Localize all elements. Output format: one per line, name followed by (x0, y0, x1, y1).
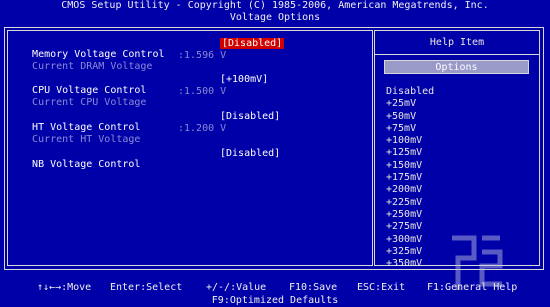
option-item[interactable]: +225mV (386, 197, 434, 209)
option-item[interactable]: +350mV (386, 258, 434, 270)
option-item[interactable]: Disabled (386, 86, 434, 98)
options-header: Options (384, 60, 529, 74)
value-hint: +/-/:Value (206, 282, 267, 293)
setting-label: Current DRAM Voltage (32, 61, 153, 72)
current-ht-voltage-row: Current HT Voltage (20, 123, 140, 145)
memory-voltage-control-value[interactable]: [Disabled] (220, 38, 285, 49)
option-item[interactable]: +50mV (386, 111, 434, 123)
option-item[interactable]: +150mV (386, 160, 434, 172)
option-item[interactable]: +25mV (386, 98, 434, 110)
current-dram-voltage-row: Current DRAM Voltage (20, 50, 152, 72)
option-item[interactable]: +100mV (386, 135, 434, 147)
option-item[interactable]: +175mV (386, 172, 434, 184)
current-ht-voltage-value: :1.200 V (178, 123, 227, 134)
page-title: Voltage Options (229, 12, 321, 23)
save-hint: F10:Save (289, 282, 338, 293)
select-hint: Enter:Select (110, 282, 183, 293)
setting-label: Current CPU Voltage (32, 97, 147, 108)
current-dram-voltage-value: :1.596 V (178, 50, 227, 61)
option-item[interactable]: +250mV (386, 209, 434, 221)
option-item[interactable]: +275mV (386, 221, 434, 233)
move-hint: ↑↓←→:Move (37, 282, 92, 293)
nb-voltage-control-row[interactable]: NB Voltage Control (20, 148, 140, 170)
help-hint: F1:General Help (427, 282, 518, 293)
current-cpu-voltage-row: Current CPU Voltage (20, 86, 146, 108)
bios-title: CMOS Setup Utility - Copyright (C) 1985-… (61, 0, 489, 11)
option-item[interactable]: +125mV (386, 147, 434, 159)
option-item[interactable]: +75mV (386, 123, 434, 135)
cpu-voltage-control-value[interactable]: [+100mV] (220, 74, 268, 85)
setting-label: Current HT Voltage (32, 134, 141, 145)
defaults-hint: F9:Optimized Defaults (211, 295, 339, 306)
exit-hint: ESC:Exit (357, 282, 406, 293)
nb-voltage-control-value[interactable]: [Disabled] (220, 148, 280, 159)
setting-label: NB Voltage Control (32, 159, 141, 170)
title-bar: CMOS Setup Utility - Copyright (C) 1985-… (0, 0, 550, 26)
help-divider (374, 54, 540, 55)
key-legend: ↑↓←→:Move Enter:Select +/-/:Value F10:Sa… (0, 281, 550, 307)
options-list: Disabled +25mV +50mV +75mV +100mV +125mV… (386, 86, 434, 270)
option-item[interactable]: +325mV (386, 246, 434, 258)
option-item[interactable]: +300mV (386, 234, 434, 246)
current-cpu-voltage-value: :1.500 V (178, 86, 227, 97)
option-item[interactable]: +200mV (386, 184, 434, 196)
help-title: Help Item (429, 37, 485, 48)
ht-voltage-control-value[interactable]: [Disabled] (220, 111, 280, 122)
